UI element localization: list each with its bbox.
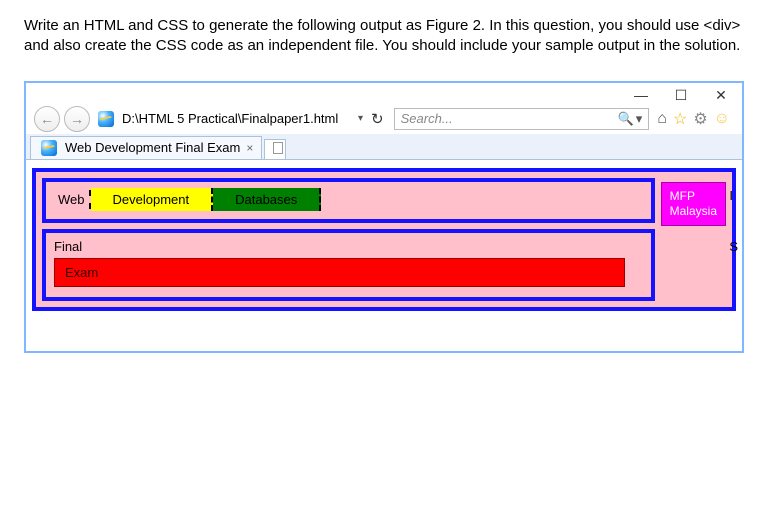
address-bar[interactable]: D:\HTML 5 Practical\Finalpaper1.html xyxy=(120,109,350,128)
browser-toolbar: ← → D:\HTML 5 Practical\Finalpaper1.html… xyxy=(26,104,742,134)
mfp-line2: Malaysia xyxy=(670,204,717,219)
browser-tab[interactable]: Web Development Final Exam × xyxy=(30,136,262,159)
search-placeholder: Search... xyxy=(401,111,453,126)
cell-development: Development xyxy=(91,188,214,211)
bottom-box: Final Exam xyxy=(42,229,655,301)
search-dropdown-icon[interactable]: ▾ xyxy=(636,111,643,127)
top-row-box: Web Development Databases xyxy=(42,178,655,223)
overflow-marks: I S xyxy=(729,188,738,254)
mfp-box: MFP Malaysia xyxy=(661,182,726,226)
tab-strip: Web Development Final Exam × xyxy=(26,134,742,160)
browser-window: — ☐ ✕ ← → D:\HTML 5 Practical\Finalpaper… xyxy=(24,81,744,353)
outer-container: Web Development Databases Final Exam MFP… xyxy=(32,168,736,311)
refresh-button[interactable]: ↻ xyxy=(371,110,384,128)
favorites-icon[interactable]: ☆ xyxy=(673,109,687,129)
window-controls: — ☐ ✕ xyxy=(26,83,742,104)
maximize-button[interactable]: ☐ xyxy=(674,87,688,104)
overflow-mark-2: S xyxy=(729,239,738,254)
question-text: Write an HTML and CSS to generate the fo… xyxy=(24,16,749,57)
home-icon[interactable]: ⌂ xyxy=(657,110,667,128)
left-column: Web Development Databases Final Exam xyxy=(42,178,655,301)
cell-web: Web xyxy=(54,190,91,209)
toolbar-icons: ⌂ ☆ ⚙ ☺ xyxy=(653,109,734,129)
search-icon[interactable]: 🔍 xyxy=(618,111,634,127)
close-tab-icon[interactable]: × xyxy=(246,141,253,155)
forward-button[interactable]: → xyxy=(64,106,90,132)
address-dropdown-icon[interactable]: ▾ xyxy=(358,113,363,124)
back-button[interactable]: ← xyxy=(34,106,60,132)
feedback-icon[interactable]: ☺ xyxy=(714,110,730,128)
page-viewport: Web Development Databases Final Exam MFP… xyxy=(26,160,742,351)
close-window-button[interactable]: ✕ xyxy=(714,87,728,104)
ie-icon xyxy=(98,111,114,127)
overflow-mark-1: I xyxy=(729,188,738,203)
exam-bar: Exam xyxy=(54,258,625,287)
cell-databases: Databases xyxy=(213,188,321,211)
final-label: Final xyxy=(54,237,643,258)
tab-title: Web Development Final Exam xyxy=(65,140,240,155)
gear-icon[interactable]: ⚙ xyxy=(693,109,707,129)
mfp-line1: MFP xyxy=(670,189,717,204)
search-input[interactable]: Search... 🔍 ▾ xyxy=(394,108,650,130)
minimize-button[interactable]: — xyxy=(634,87,648,104)
new-tab-button[interactable] xyxy=(264,139,286,159)
ie-icon xyxy=(41,140,57,156)
